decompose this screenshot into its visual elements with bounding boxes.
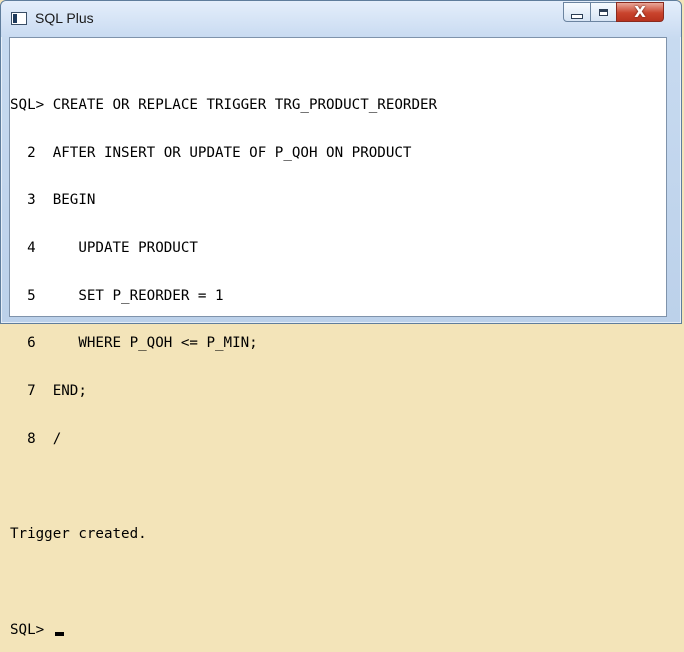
title-bar[interactable]: SQL Plus X (1, 1, 681, 37)
sqlplus-window-icon[interactable] (11, 12, 27, 25)
minimize-icon (571, 13, 583, 19)
window-title: SQL Plus (35, 10, 94, 26)
sql-prompt: SQL> (10, 621, 53, 638)
console-line: 4 UPDATE PRODUCT (10, 239, 198, 256)
console-line: SQL> CREATE OR REPLACE TRIGGER TRG_PRODU… (10, 96, 438, 113)
console-output[interactable]: SQL> CREATE OR REPLACE TRIGGER TRG_PRODU… (9, 37, 667, 637)
console-line: 8 / (10, 430, 62, 447)
sqlplus-window: SQL Plus X SQL> CREATE OR REPLACE TRIGGE… (0, 0, 682, 637)
console-line: 2 AFTER INSERT OR UPDATE OF P_QOH ON PRO… (10, 144, 412, 161)
text-cursor (54, 631, 64, 636)
close-button[interactable]: X (616, 2, 664, 22)
console-line: 6 WHERE P_QOH <= P_MIN; (10, 335, 258, 352)
console-line: 3 BEGIN (10, 192, 96, 209)
console-line: 7 END; (10, 383, 87, 400)
close-icon: X (634, 2, 646, 21)
console-lines: SQL> CREATE OR REPLACE TRIGGER TRG_PRODU… (10, 66, 437, 652)
maximize-button[interactable] (590, 2, 617, 22)
maximize-icon (599, 8, 608, 16)
console-line: 5 SET P_REORDER = 1 (10, 287, 224, 304)
console-prompt-line[interactable]: SQL> (10, 621, 437, 639)
console-line: Trigger created. (10, 526, 147, 543)
minimize-button[interactable] (563, 2, 591, 22)
